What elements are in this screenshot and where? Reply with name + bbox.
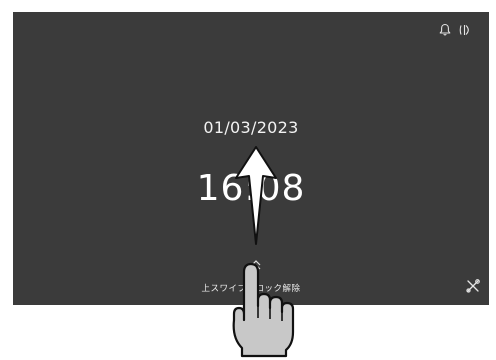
bell-icon[interactable] — [437, 22, 453, 38]
tutorial-stage: 01/03/2023 16:08 上スワイプでロック解除 — [0, 0, 496, 360]
tools-icon[interactable] — [465, 278, 481, 294]
swipe-up-arrow — [235, 146, 277, 245]
screen-mode-icon[interactable] — [457, 22, 473, 38]
lock-screen-date: 01/03/2023 — [203, 118, 299, 137]
pointing-hand-icon — [232, 262, 295, 358]
